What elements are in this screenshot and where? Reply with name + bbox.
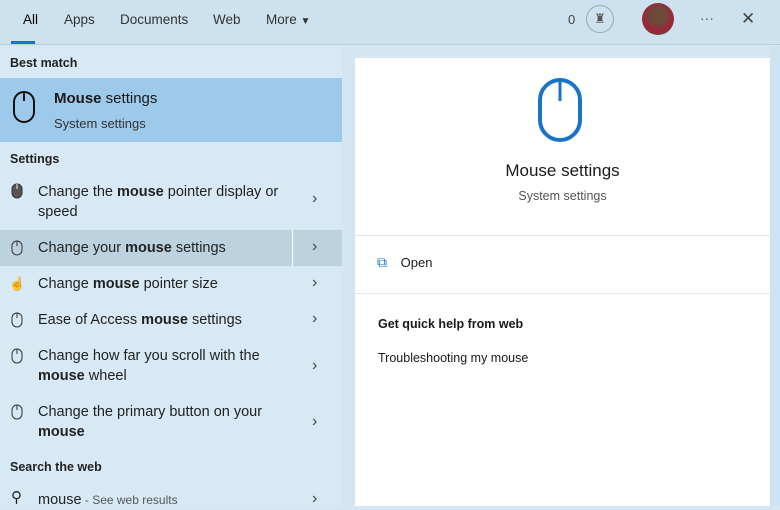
- item-text-bold: mouse: [117, 184, 164, 200]
- best-match-title-bold: Mouse: [54, 90, 102, 107]
- divider: [355, 293, 770, 294]
- avatar[interactable]: [642, 3, 674, 35]
- best-match-heading: Best match: [10, 56, 78, 70]
- settings-item[interactable]: Change the primary button on your mouse …: [0, 396, 342, 450]
- mouse-icon: [11, 312, 23, 328]
- trophy-icon[interactable]: ♜: [586, 5, 614, 33]
- item-text: settings: [171, 240, 226, 256]
- open-label: Open: [400, 255, 433, 270]
- item-text: Ease of Access: [38, 312, 142, 328]
- chevron-right-icon[interactable]: ›: [312, 489, 317, 509]
- close-button[interactable]: ✕: [741, 9, 755, 29]
- item-text-bold: mouse: [125, 240, 172, 256]
- item-text: Change your: [38, 240, 126, 256]
- detail-panel: Mouse settings System settings ⧉ Open Ge…: [355, 58, 770, 506]
- tab-more[interactable]: More ▼: [266, 12, 310, 27]
- best-match-item[interactable]: Mouse settings System settings: [0, 78, 342, 142]
- mouse-icon: [11, 240, 23, 256]
- help-heading: Get quick help from web: [378, 317, 524, 331]
- divider: [355, 235, 770, 236]
- tab-all[interactable]: All: [23, 12, 38, 27]
- settings-item[interactable]: ☝ Change mouse pointer size ›: [0, 266, 342, 302]
- item-text: pointer size: [139, 276, 218, 292]
- tab-documents[interactable]: Documents: [120, 12, 188, 27]
- item-text-bold: mouse: [141, 312, 188, 328]
- item-text: Change the primary button on your: [38, 404, 263, 420]
- item-text: Change the: [38, 184, 118, 200]
- top-bar: All Apps Documents Web More ▼ 0 ♜ ··· ✕: [0, 0, 780, 45]
- open-icon: ⧉: [377, 254, 387, 270]
- tab-apps[interactable]: Apps: [64, 12, 95, 27]
- settings-item[interactable]: Change how far you scroll with the mouse…: [0, 340, 342, 394]
- chevron-right-icon[interactable]: ›: [312, 412, 317, 432]
- chevron-right-icon[interactable]: ›: [312, 309, 317, 329]
- divider: [292, 230, 293, 266]
- best-match-title-rest: settings: [101, 90, 158, 107]
- item-text: Change: [38, 276, 93, 292]
- item-text-bold: mouse: [38, 368, 85, 384]
- settings-item[interactable]: Ease of Access mouse settings ›: [0, 302, 342, 338]
- detail-subtitle: System settings: [518, 189, 607, 203]
- chevron-right-icon[interactable]: ›: [312, 356, 317, 376]
- tab-more-label: More: [266, 12, 297, 27]
- mouse-icon: [538, 78, 582, 142]
- open-button[interactable]: ⧉ Open: [377, 254, 432, 271]
- chevron-right-icon[interactable]: ›: [312, 273, 317, 293]
- results-panel: Best match Mouse settings System setting…: [0, 46, 342, 508]
- active-tab-indicator: [11, 41, 35, 44]
- item-text: wheel: [84, 368, 127, 384]
- mouse-icon: [11, 348, 23, 364]
- search-icon: ⚲: [11, 489, 22, 506]
- hand-pointer-icon: ☝: [9, 276, 26, 291]
- item-text-bold: mouse: [38, 424, 85, 440]
- settings-item[interactable]: Change the mouse pointer display or spee…: [0, 176, 342, 226]
- best-match-subtitle: System settings: [54, 116, 146, 131]
- web-search-item[interactable]: ⚲ mouse - See web results ›: [0, 486, 342, 510]
- search-web-heading: Search the web: [10, 460, 102, 474]
- web-suffix: - See web results: [81, 493, 178, 507]
- item-text: Change how far you scroll with the: [38, 348, 260, 364]
- troubleshooting-link[interactable]: Troubleshooting my mouse: [378, 351, 528, 365]
- item-text: settings: [187, 312, 242, 328]
- item-text-bold: mouse: [92, 276, 140, 292]
- caret-down-icon: ▼: [300, 16, 311, 27]
- mouse-icon: [11, 183, 23, 199]
- chevron-right-icon[interactable]: ›: [312, 189, 317, 209]
- points-count: 0: [568, 12, 576, 27]
- tab-web[interactable]: Web: [213, 12, 241, 27]
- mouse-icon: [11, 404, 23, 420]
- chevron-right-icon[interactable]: ›: [312, 237, 317, 257]
- settings-heading: Settings: [10, 152, 60, 166]
- scroll-edge: [770, 46, 780, 506]
- detail-title: Mouse settings: [505, 161, 620, 180]
- mouse-icon: [13, 91, 35, 123]
- settings-item[interactable]: Change your mouse settings ›: [0, 230, 342, 266]
- more-options-button[interactable]: ···: [700, 10, 714, 26]
